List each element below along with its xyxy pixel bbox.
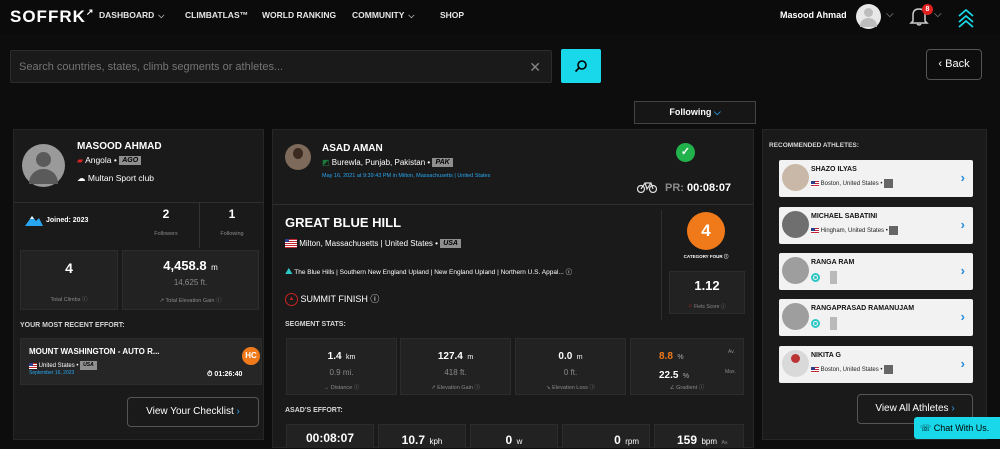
following-dropdown[interactable]: Following ⌵ [634,101,756,124]
search-button[interactable] [561,49,601,83]
following-stat[interactable]: 1 Following [200,207,264,237]
athlete-avatar[interactable] [285,144,311,170]
chevron-right-icon: › [960,217,965,232]
search-bar: ✕ [10,50,552,83]
headset-icon: ☏ [920,423,932,433]
search-icon [574,60,587,73]
athlete-row[interactable]: MICHAEL SABATINI Hingham, United States … [779,207,973,244]
summit-finish: ▲ SUMMIT FINISH ⓘ [285,292,379,307]
clear-icon[interactable]: ✕ [529,59,541,76]
recent-effort-card[interactable]: MOUNT WASHINGTON - AUTO R... United Stat… [20,338,262,385]
recent-effort-header: YOUR MOST RECENT EFFORT: [20,322,125,329]
effort-time-stat: 00:08:07 [286,424,374,448]
mountains-icon: ⛰ [285,266,293,276]
summit-icon: ▲ [285,293,298,307]
athlete-location: ◩ Burewla, Punjab, Pakistan • PAK [322,158,453,168]
profile-panel: MASOOD AHMAD ▰ Angola • AGO ☁ Multan Spo… [13,129,264,440]
chat-button[interactable]: ☏ Chat With Us. [914,417,1000,439]
nav-climbatlas[interactable]: CLIMBATLAS™ [185,10,248,20]
nav-community[interactable]: COMMUNITY ⌵ [352,10,415,21]
hc-badge: HC [242,347,260,365]
bike-icon [636,180,658,198]
effort-speed-stat: 10.7 kph [378,424,466,448]
notification-badge: 8 [922,4,933,15]
nav-dashboard[interactable]: DASHBOARD ⌵ [99,10,164,21]
athlete-avatar [782,211,809,238]
athlete-row[interactable]: NIKITA G Boston, United States • › [779,346,973,383]
avatar [782,303,809,330]
effort-hr-stat: 159 bpm Av. [654,424,744,448]
category-badge: 4 [687,212,725,250]
search-input[interactable] [19,51,519,82]
segment-title[interactable]: GREAT BLUE HILL [285,215,401,230]
effort-power-stat: 0 w [470,424,558,448]
effort-panel: ASAD AMAN ◩ Burewla, Punjab, Pakistan • … [272,129,754,448]
distance-stat: 1.4 km 0.9 mi. → Distance ⓘ [286,338,397,395]
avatar[interactable] [856,4,881,29]
fiets-card: 1.12 ⚐ Fiets Score ⓘ [669,271,745,314]
bell-icon[interactable]: 8 [908,4,933,27]
nav-shop[interactable]: SHOP [440,10,464,20]
athlete-avatar [782,350,809,377]
chevron-right-icon: › [960,170,965,185]
effort-timestamp[interactable]: May 16, 2021 at 9:39:43 PM in Milton, Ma… [322,173,490,179]
profile-club[interactable]: ☁ Multan Sport club [77,173,154,184]
target-icon [811,319,820,328]
athlete-row[interactable]: SHAZO ILYAS Boston, United States • › [779,160,973,197]
chevron-down-icon: ⌵ [408,11,415,20]
avatar [782,257,809,284]
chevron-right-icon: › [960,263,965,278]
segment-location: Milton, Massachusetts | United States • … [285,239,461,249]
category-label: CATEGORY FOUR ⓘ [683,254,729,259]
profile-country: ▰ Angola • AGO [77,155,142,166]
notif-chevron-icon[interactable]: ⌵ [934,9,942,20]
total-climbs-card: 4 Total Climbs ⓘ [20,250,118,310]
chevron-right-icon: › [960,309,965,324]
avatar[interactable] [22,144,65,187]
athlete-row[interactable]: RANGA RAM › [779,253,973,290]
recommended-header: RECOMMENDED ATHLETES: [769,142,859,149]
athlete-row[interactable]: RANGAPRASAD RAMANUJAM › [779,299,973,336]
followers-stat[interactable]: 2 Followers [134,207,198,237]
cloud-icon: ☁ [77,173,86,183]
back-button[interactable]: ‹ Back [926,49,982,80]
gradient-stat: 8.8 % Av. 22.5 % Max. ∠ Gradient ⓘ [630,338,744,395]
athlete-avatar [782,164,809,191]
segment-stats-header: SEGMENT STATS: [285,321,346,328]
check-icon: ✓ [676,143,695,162]
athlete-name[interactable]: ASAD AMAN [322,143,383,154]
segment-regions[interactable]: ⛰ The Blue Hills | Southern New England … [285,266,572,277]
double-chevron-up-icon[interactable] [956,6,976,33]
chevron-down-icon: ⌵ [713,107,721,117]
user-menu-chevron-icon[interactable]: ⌵ [886,9,894,20]
elevation-card: 4,458.8 m 14,625 ft. ↗ Total Elevation G… [122,250,259,310]
profile-name[interactable]: MASOOD AHMAD [77,141,162,152]
user-name[interactable]: Masood Ahmad [780,10,847,20]
chevron-right-icon: › [960,356,965,371]
elevation-gain-stat: 127.4 m 418 ft. ↗ Elevation Gain ⓘ [400,338,511,395]
view-checklist-button[interactable]: View Your Checklist › [127,397,259,427]
stopwatch-icon: ⏱ [207,371,213,378]
mountain-badge-icon [25,216,43,226]
elevation-loss-stat: 0.0 m 0 ft. ↘ Elevation Loss ⓘ [515,338,626,395]
chevron-down-icon: ⌵ [158,11,165,20]
brand-logo[interactable]: SOFFRK↗ [10,7,94,27]
joined-badge: Joined: 2023 [24,213,88,227]
pr-time: PR: 00:08:07 [665,182,732,194]
top-navbar: SOFFRK↗ DASHBOARD ⌵ CLIMBATLAS™ WORLD RAN… [0,0,1000,34]
effort-cadence-stat: 0 rpm [562,424,650,448]
asad-effort-header: ASAD'S EFFORT: [285,407,343,414]
target-icon [811,273,820,282]
nav-world-ranking[interactable]: WORLD RANKING [262,10,336,20]
